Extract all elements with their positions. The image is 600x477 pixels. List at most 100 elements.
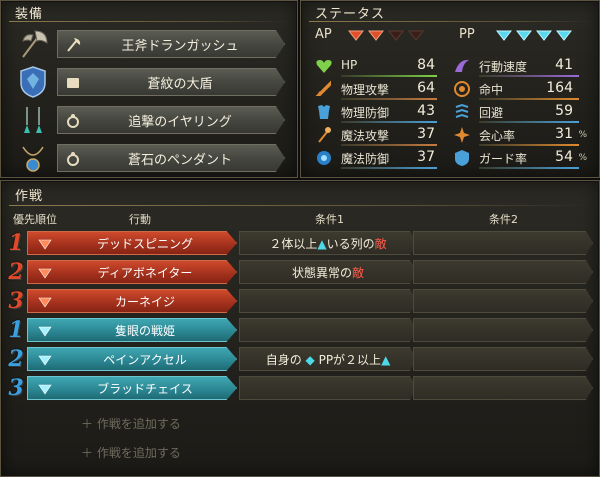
tactic-row[interactable]: 2 ディアボネイター 状態異常の敵: [1, 259, 600, 285]
stat-value: 164: [546, 80, 573, 96]
earring-icon: [24, 107, 42, 133]
stat-label: ガード率: [479, 152, 528, 166]
condition-2-slot[interactable]: [413, 260, 593, 284]
stat-hp: HP 84: [315, 55, 439, 77]
action-name: 隻眼の戦姫: [114, 324, 175, 338]
condition-2-slot[interactable]: [413, 347, 593, 371]
stat-value: 64: [417, 80, 435, 96]
action-slot[interactable]: ディアボネイター: [27, 260, 237, 284]
condition-marker: ◆: [305, 353, 315, 367]
add-tactic-button[interactable]: ＋ 作戦を追加する: [81, 444, 181, 461]
stat-phys-def: 物理防御 43: [315, 101, 439, 123]
ap-pip-filled-icon: [367, 30, 385, 41]
target-icon: [454, 81, 470, 97]
stat-bar: [341, 167, 437, 169]
condition-2-slot[interactable]: [413, 289, 593, 313]
pp-cost-icon: [38, 355, 52, 366]
stat-value: 43: [417, 103, 435, 119]
equipment-slot-weapon[interactable]: 王斧ドランガッシュ: [7, 27, 293, 61]
tactic-row[interactable]: 2 ペインアクセル 自身の ◆ PPが２以上▲: [1, 346, 600, 372]
stat-mag-def: 魔法防御 37: [315, 147, 439, 169]
ap-label: AP: [315, 27, 332, 42]
priority-number: 2: [8, 259, 24, 285]
action-name: デッドスピニング: [96, 237, 193, 251]
stat-label: 魔法防御: [341, 152, 390, 166]
condition-marker: ▲: [317, 237, 327, 251]
header-condition-1: 条件1: [315, 213, 344, 226]
tactic-row[interactable]: 1 デッドスピニング ２体以上▲いる列の敵: [1, 230, 600, 256]
status-title: ステータス: [315, 7, 386, 22]
shield-type-icon: [67, 78, 79, 88]
stat-value: 41: [555, 57, 573, 73]
stat-value: 37: [417, 126, 435, 142]
condition-1-slot[interactable]: 自身の ◆ PPが２以上▲: [239, 347, 417, 371]
condition-fragment: ２体以上: [269, 237, 318, 251]
priority-number: 2: [8, 346, 24, 372]
equipment-panel: 装備 王斧ドランガッシュ 蒼紋の大盾 追撃のイヤリング 蒼石のペンダント: [0, 0, 298, 178]
pp-cost-icon: [38, 326, 52, 337]
action-slot[interactable]: ブラッドチェイス: [27, 376, 237, 400]
ring-type-icon: [67, 152, 79, 166]
stat-label: 魔法攻撃: [341, 129, 390, 143]
ap-cost-icon: [38, 268, 52, 279]
magic-shield-icon: [317, 151, 331, 165]
divider: [9, 21, 289, 22]
stat-label: 会心率: [479, 129, 516, 143]
tactic-row[interactable]: 3 ブラッドチェイス: [1, 375, 600, 401]
equipment-plate: 王斧ドランガッシュ: [57, 30, 285, 58]
stat-label: 行動速度: [479, 60, 528, 74]
equipment-plate: 追撃のイヤリング: [57, 106, 285, 134]
equipment-plate: 蒼石のペンダント: [57, 144, 285, 172]
condition-1-slot[interactable]: 状態異常の敵: [239, 260, 417, 284]
condition-1-slot[interactable]: [239, 318, 417, 342]
header-action: 行動: [129, 213, 151, 226]
add-tactic-button[interactable]: ＋ 作戦を追加する: [81, 415, 181, 432]
stat-critical: 会心率 31 %: [453, 124, 589, 146]
equipment-slot-accessory-1[interactable]: 追撃のイヤリング: [7, 103, 293, 137]
equipment-slot-shield[interactable]: 蒼紋の大盾: [7, 65, 293, 99]
condition-1-text: 状態異常の敵: [240, 264, 416, 281]
equipment-title: 装備: [15, 7, 44, 22]
condition-1-text: ２体以上▲いる列の敵: [240, 235, 416, 252]
condition-2-slot[interactable]: [413, 231, 593, 255]
stat-bar: [479, 144, 579, 146]
condition-1-slot[interactable]: [239, 376, 417, 400]
tactic-row[interactable]: 1 隻眼の戦姫: [1, 317, 600, 343]
tactic-row[interactable]: 3 カーネイジ: [1, 288, 600, 314]
pp-cost-icon: [38, 384, 52, 395]
equipment-name: 王斧ドランガッシュ: [121, 39, 239, 54]
stat-value: 59: [555, 103, 573, 119]
condition-1-slot[interactable]: [239, 289, 417, 313]
sword-icon: [315, 80, 331, 96]
stat-accuracy: 命中 164: [453, 78, 589, 100]
equipment-name: 蒼紋の大盾: [147, 77, 213, 92]
priority-number: 1: [8, 317, 24, 343]
equipment-name: 追撃のイヤリング: [128, 115, 232, 130]
condition-2-slot[interactable]: [413, 376, 593, 400]
condition-fragment: 自身の: [265, 353, 306, 367]
armor-icon: [318, 105, 330, 119]
stat-value: 37: [417, 149, 435, 165]
pendant-icon: [22, 146, 44, 172]
condition-2-slot[interactable]: [413, 318, 593, 342]
staff-icon: [318, 127, 331, 143]
stat-label: 物理攻撃: [341, 83, 390, 97]
header-condition-2: 条件2: [489, 213, 518, 226]
pp-pip-filled-icon: [535, 30, 553, 41]
action-name: ペインアクセル: [103, 353, 187, 367]
action-name: カーネイジ: [114, 295, 175, 309]
stat-label: 物理防御: [341, 106, 390, 120]
action-slot[interactable]: デッドスピニング: [27, 231, 237, 255]
condition-fragment: PPが２以上: [314, 353, 382, 367]
action-slot[interactable]: 隻眼の戦姫: [27, 318, 237, 342]
action-slot[interactable]: カーネイジ: [27, 289, 237, 313]
ap-pip-empty-icon: [407, 30, 425, 41]
condition-1-slot[interactable]: ２体以上▲いる列の敵: [239, 231, 417, 255]
guard-icon: [455, 150, 469, 166]
action-slot[interactable]: ペインアクセル: [27, 347, 237, 371]
stat-bar: [479, 167, 579, 169]
tactics-title: 作戦: [15, 189, 44, 204]
stat-bar: [479, 98, 579, 100]
equipment-slot-accessory-2[interactable]: 蒼石のペンダント: [7, 141, 293, 175]
condition-fragment: 敵: [374, 237, 387, 251]
